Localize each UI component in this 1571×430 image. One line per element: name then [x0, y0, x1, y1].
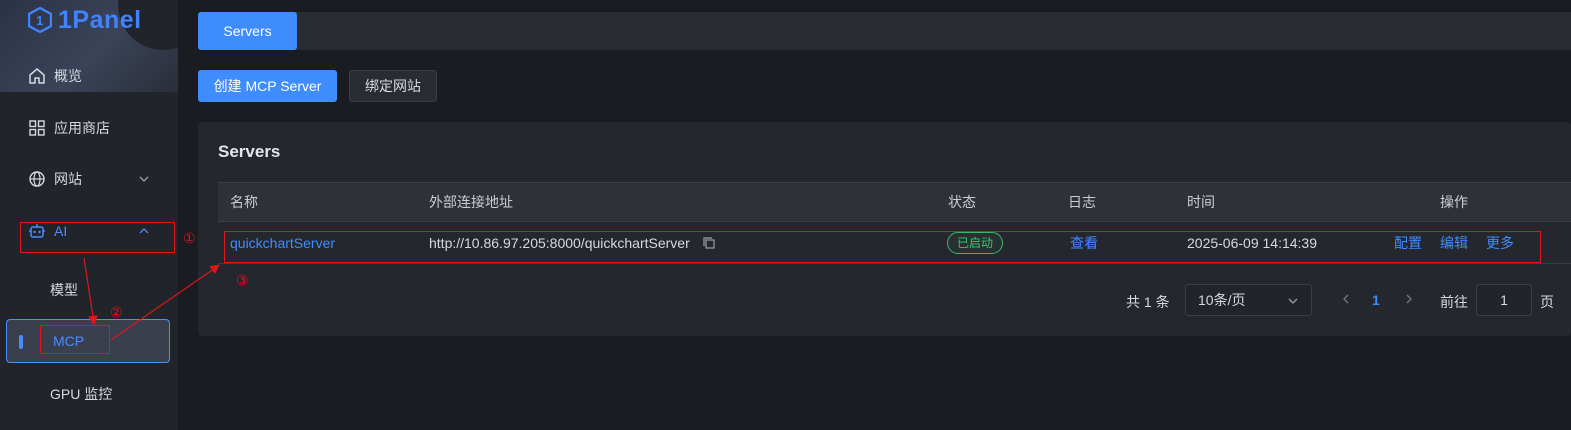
column-header-status: 状态 [948, 194, 976, 210]
annotation-box-row [224, 231, 1541, 263]
next-page-icon[interactable] [1401, 291, 1417, 307]
brand-logo[interactable]: 1 1Panel [28, 6, 142, 34]
column-header-log: 日志 [1068, 194, 1096, 210]
brand-logo-icon: 1 [28, 7, 52, 33]
annotation-number-3: ③ [236, 272, 249, 288]
column-header-time: 时间 [1187, 194, 1215, 210]
sidebar-item-label: 网站 [54, 171, 82, 187]
annotation-box-ai [20, 222, 175, 253]
current-page[interactable]: 1 [1372, 292, 1380, 308]
pagination-total: 共 1 条 [1126, 294, 1170, 310]
create-mcp-server-button[interactable]: 创建 MCP Server [198, 70, 337, 102]
chevron-down-icon [1288, 298, 1298, 304]
card-title: Servers [218, 142, 281, 161]
brand-name: 1Panel [58, 5, 142, 34]
sidebar-item-label: 应用商店 [54, 120, 110, 136]
annotation-number-1: ① [183, 230, 196, 246]
tab-servers[interactable]: Servers [198, 12, 297, 50]
sidebar-subitem-gpu-monitor[interactable]: GPU 监控 [0, 376, 178, 412]
prev-page-icon[interactable] [1338, 291, 1354, 307]
page-unit-label: 页 [1540, 294, 1554, 310]
sidebar-item-app-store[interactable]: 应用商店 [0, 110, 178, 146]
column-header-name: 名称 [230, 194, 258, 210]
goto-label: 前往 [1440, 294, 1468, 310]
tab-bar: Servers [198, 12, 1571, 50]
bind-website-button[interactable]: 绑定网站 [349, 70, 437, 102]
page-size-select[interactable]: 10条/页 [1185, 284, 1312, 316]
goto-page-input[interactable]: 1 [1476, 284, 1532, 316]
annotation-number-2: ② [110, 304, 123, 320]
active-indicator [19, 335, 23, 349]
svg-text:1: 1 [36, 13, 44, 28]
chevron-down-icon [139, 176, 149, 182]
servers-card: Servers 名称 外部连接地址 状态 日志 时间 操作 quickchart… [198, 122, 1571, 336]
pagination: 共 1 条 10条/页 1 前往 1 页 [198, 284, 1571, 316]
sidebar-item-overview[interactable]: 概览 [0, 58, 178, 94]
grid-icon [29, 120, 45, 136]
globe-icon [29, 171, 45, 187]
table-header: 名称 外部连接地址 状态 日志 时间 操作 [218, 182, 1571, 222]
sidebar-subitem-model[interactable]: 模型 [0, 272, 178, 308]
sidebar: 1 1Panel 概览 应用商店 网站 AI 模型 MCP GPU 监控 [0, 0, 178, 430]
home-icon [29, 68, 45, 84]
sidebar-item-label: 概览 [54, 68, 82, 84]
sidebar-item-website[interactable]: 网站 [0, 161, 178, 197]
column-header-url: 外部连接地址 [429, 194, 513, 210]
annotation-box-mcp [40, 325, 110, 354]
column-header-actions: 操作 [1440, 194, 1468, 210]
